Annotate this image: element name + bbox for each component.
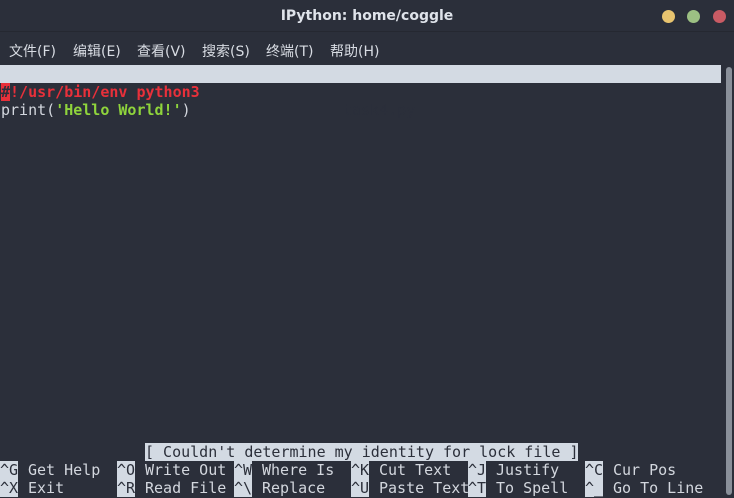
shortcut-key: ^C <box>585 461 604 479</box>
menu-help[interactable]: 帮助(H) <box>330 41 379 61</box>
shortcut-label[interactable]: Where Is <box>262 461 334 479</box>
menu-file[interactable]: 文件(F) <box>9 41 56 61</box>
shortcut-key: ^U <box>351 479 370 497</box>
scrollbar[interactable] <box>726 67 732 495</box>
terminal[interactable]: GNU nano 4.8 task4.py #!/usr/bin/env pyt… <box>0 65 724 498</box>
shortcut-key: ^O <box>117 461 136 479</box>
cursor: # <box>1 83 11 101</box>
shortcut-label[interactable]: Cut Text <box>379 461 451 479</box>
shebang-text: !/usr/bin/env python3 <box>10 83 200 101</box>
shortcut-label[interactable]: Read File <box>145 479 226 497</box>
shortcut-label[interactable]: Write Out <box>145 461 226 479</box>
shortcut-key: ^_ <box>585 479 604 497</box>
shortcut-key: ^W <box>234 461 253 479</box>
shortcut-label[interactable]: Exit <box>28 479 64 497</box>
shortcut-label[interactable]: Replace <box>262 479 325 497</box>
shortcut-label[interactable]: Get Help <box>28 461 100 479</box>
shortcut-label[interactable]: Cur Pos <box>613 461 676 479</box>
close-button[interactable] <box>713 10 726 23</box>
menu-view[interactable]: 查看(V) <box>137 41 186 61</box>
shortcut-key: ^J <box>468 461 487 479</box>
window-title: IPython: home/coggle <box>280 8 454 24</box>
menu-terminal[interactable]: 终端(T) <box>266 41 313 61</box>
menu-edit[interactable]: 编辑(E) <box>73 41 121 61</box>
title-bar: IPython: home/coggle <box>0 0 734 32</box>
shortcut-key: ^T <box>468 479 487 497</box>
code-line-1: #!/usr/bin/env python3 <box>1 83 200 101</box>
maximize-button[interactable] <box>687 10 700 23</box>
minimize-button[interactable] <box>662 10 675 23</box>
code-line-2: print('Hello World!') <box>1 101 191 119</box>
shortcut-key: ^R <box>117 479 136 497</box>
shortcut-key: ^K <box>351 461 370 479</box>
shortcut-key: ^\ <box>234 479 253 497</box>
shortcut-label[interactable]: Paste Text <box>379 479 469 497</box>
shortcut-key: ^X <box>0 479 19 497</box>
status-message: [ Couldn't determine my identity for loc… <box>145 443 579 461</box>
menu-search[interactable]: 搜索(S) <box>202 41 250 61</box>
shortcut-label[interactable]: Justify <box>496 461 559 479</box>
string-literal: 'Hello World!' <box>55 101 182 119</box>
shortcut-label[interactable]: To Spell <box>496 479 568 497</box>
scrollbar-thumb[interactable] <box>726 67 732 495</box>
code-text: print( <box>1 101 56 119</box>
menu-bar: 文件(F) 编辑(E) 查看(V) 搜索(S) 终端(T) 帮助(H) <box>0 33 734 64</box>
shortcut-key: ^G <box>0 461 19 479</box>
nano-header: GNU nano 4.8 task4.py <box>0 65 721 119</box>
shortcut-label[interactable]: Go To Line <box>613 479 703 497</box>
code-text: ) <box>181 101 191 119</box>
nano-filename: task4.py <box>343 101 416 119</box>
